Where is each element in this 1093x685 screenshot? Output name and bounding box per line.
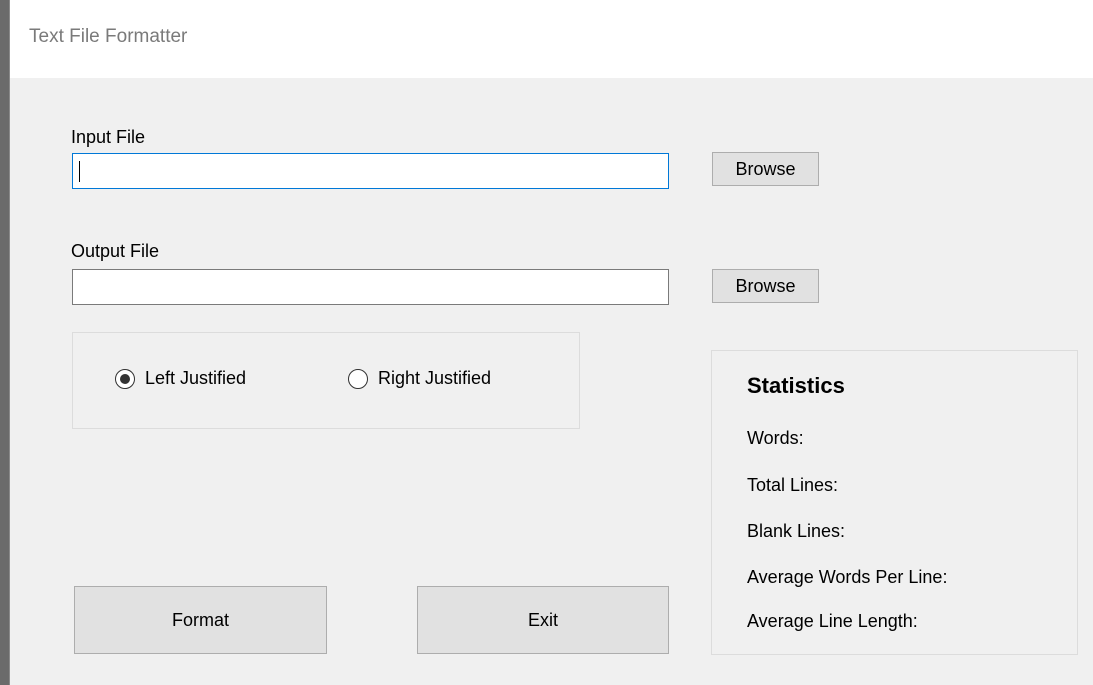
window-title: Text File Formatter [29,26,188,47]
stat-avg-line-length-label: Average Line Length: [747,611,918,631]
radio-unselected-icon [348,368,368,389]
input-file-field[interactable] [72,153,669,189]
stat-total-lines-label: Total Lines: [747,475,839,495]
output-browse-button[interactable]: Browse [712,269,819,303]
radio-dot-icon [120,373,130,384]
exit-button[interactable]: Exit [417,586,669,654]
justification-group: Left Justified Right Justified [72,332,580,429]
stat-avg-words-label: Average Words Per Line: [747,567,948,587]
left-justified-radio[interactable]: Left Justified [115,368,246,389]
stat-blank-lines-label: Blank Lines: [747,521,846,541]
right-justified-radio[interactable]: Right Justified [348,368,491,389]
format-button[interactable]: Format [74,586,327,654]
text-caret [79,161,80,182]
output-file-label: Output File [71,241,160,261]
output-file-field[interactable] [72,269,669,305]
statistics-title: Statistics [747,373,845,398]
right-justified-label: Right Justified [378,368,492,388]
app-window: Text File Formatter Input File Browse Ou… [9,0,1093,685]
input-file-label: Input File [71,127,146,147]
input-browse-button[interactable]: Browse [712,152,819,186]
stat-words-label: Words: [747,428,804,448]
title-bar: Text File Formatter [10,0,1093,78]
left-justified-label: Left Justified [145,368,247,388]
statistics-group: Statistics Words: Total Lines: Blank Lin… [711,350,1078,655]
radio-selected-icon [115,368,135,389]
